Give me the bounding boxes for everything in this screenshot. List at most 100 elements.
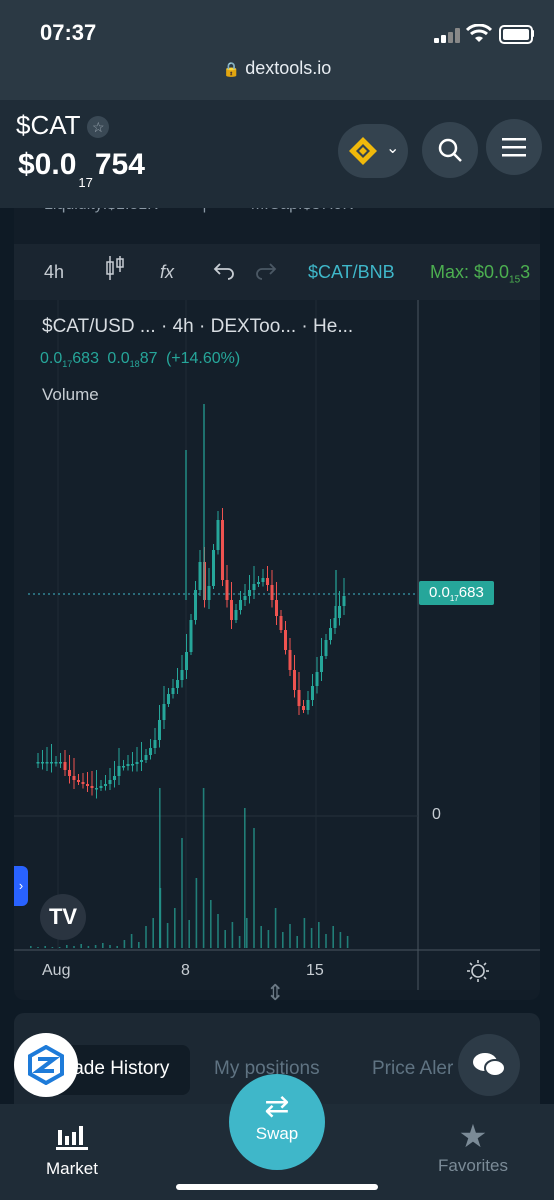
volume-bar	[116, 946, 118, 948]
volume-bar	[210, 900, 212, 948]
legend-change: (+14.60%)	[165, 350, 241, 367]
side-toggle-button[interactable]: ›	[14, 866, 28, 906]
max-label: Max: $0.0	[430, 262, 510, 282]
candle-body	[342, 596, 346, 606]
max-zeros: 15	[509, 274, 521, 286]
legend-dot-1: ·	[160, 316, 168, 337]
volume-bar	[246, 918, 248, 948]
candle-body	[63, 762, 67, 770]
volume-bar	[87, 946, 90, 948]
volume-bar	[217, 914, 219, 948]
candle-body	[216, 520, 220, 550]
candle-body	[171, 688, 175, 694]
volume-bar	[30, 946, 32, 948]
volume-bar	[339, 932, 342, 948]
volume-bar	[310, 928, 313, 948]
token-price: $0.017754	[18, 148, 145, 190]
wifi-icon	[466, 24, 492, 42]
candle-body	[293, 670, 296, 690]
candle-body	[315, 672, 319, 686]
volume-bar	[94, 945, 97, 948]
candle-body	[176, 680, 179, 688]
tag-zeros: 17	[449, 594, 459, 603]
candle-body	[131, 764, 134, 766]
open-prefix: 0.0	[40, 350, 63, 367]
tab-price-alerts[interactable]: Price Aler	[372, 1058, 453, 1080]
candle-body	[297, 690, 301, 706]
status-bar	[0, 0, 554, 100]
interval-button[interactable]: 4h	[44, 262, 64, 283]
candle-body	[45, 762, 49, 764]
volume-bar	[224, 930, 226, 948]
candle-body	[158, 720, 161, 740]
volume-bar	[138, 942, 140, 948]
redo-icon[interactable]	[254, 260, 278, 280]
candle-body	[338, 606, 341, 618]
candle-body	[275, 600, 278, 616]
bar-chart-icon	[56, 1126, 88, 1150]
volume-bar	[274, 908, 277, 948]
candle-body	[324, 640, 328, 656]
candle-body	[153, 740, 157, 748]
search-button[interactable]	[422, 122, 478, 178]
nav-market[interactable]: Market	[40, 1122, 104, 1179]
volume-bar	[195, 878, 198, 948]
candle-body	[167, 694, 170, 704]
candle-body	[59, 762, 62, 764]
star-icon[interactable]: ☆	[87, 116, 110, 139]
home-indicator	[176, 1184, 378, 1190]
volume-bar	[73, 946, 75, 948]
chart-legend-values: 0.017683 0.01887 (+14.60%)	[40, 350, 240, 369]
volume-bar	[332, 926, 334, 948]
open-digits: 683	[72, 350, 99, 367]
volume-label: Volume	[42, 385, 99, 404]
nav-swap-button[interactable]: ⇄ Swap	[229, 1074, 325, 1170]
indicators-button[interactable]: fx	[160, 262, 174, 283]
legend-dot-3: ·	[301, 316, 308, 337]
academy-icon	[28, 1045, 64, 1085]
x-tick-15: 15	[306, 962, 324, 979]
academy-logo[interactable]	[14, 1033, 78, 1097]
volume-bar	[267, 930, 270, 948]
signal-icon	[434, 28, 464, 43]
candle-body	[257, 582, 260, 584]
chat-button[interactable]	[458, 1034, 520, 1096]
candle-body	[50, 762, 53, 764]
volume-bar	[325, 934, 327, 948]
volume-bar	[238, 936, 241, 948]
candle-body	[225, 580, 229, 600]
volume-bar	[202, 788, 205, 948]
price-prefix: $0.0	[18, 148, 77, 181]
close-prefix: 0.0	[107, 350, 130, 367]
volume-bar	[58, 947, 61, 948]
resize-handle-icon[interactable]: ⇕	[266, 980, 284, 1006]
volume-bar	[166, 923, 169, 948]
candle-body	[261, 578, 265, 582]
candle-body	[302, 706, 305, 710]
candle-body	[36, 762, 40, 764]
close-zeros: 18	[129, 359, 140, 370]
candle-body	[81, 782, 85, 784]
chain-selector-button[interactable]: ⌄	[338, 124, 408, 178]
candle-body	[306, 700, 310, 710]
menu-button[interactable]	[486, 119, 542, 175]
price-digits: 754	[94, 148, 145, 181]
legend-dot-2: ·	[198, 316, 206, 337]
legend-source: DEXToo...	[210, 316, 297, 337]
chevron-down-icon: ⌄	[386, 140, 400, 157]
candles-icon[interactable]	[104, 254, 126, 282]
settings-sun-icon[interactable]	[466, 959, 490, 983]
candle-body	[270, 585, 274, 600]
undo-icon[interactable]	[212, 260, 236, 280]
volume-bar	[289, 924, 291, 948]
pair-button[interactable]: $CAT/BNB	[308, 262, 395, 283]
nav-favorites[interactable]: ★ Favorites	[432, 1120, 514, 1176]
bnb-icon	[349, 137, 377, 165]
candle-body	[144, 755, 148, 760]
legend-interval: 4h	[172, 316, 194, 337]
address-bar[interactable]: 🔒 dextools.io	[0, 58, 554, 79]
candle-body	[252, 584, 256, 590]
volume-bar	[130, 934, 133, 948]
volume-bar	[109, 945, 111, 948]
volume-zero-label: 0	[432, 806, 441, 823]
